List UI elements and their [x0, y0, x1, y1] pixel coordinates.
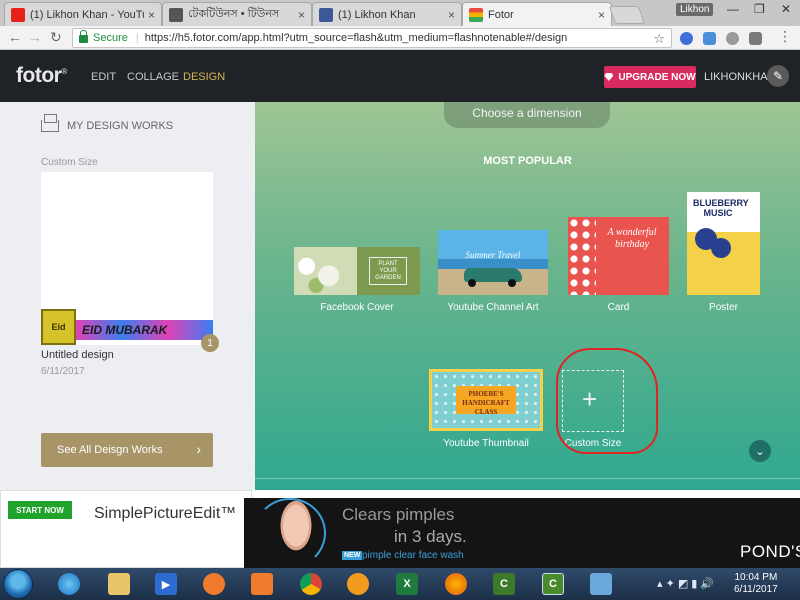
- close-tab-icon[interactable]: ×: [448, 8, 455, 22]
- username[interactable]: LIKHONKHA: [704, 71, 768, 83]
- tab-facebook[interactable]: (1) Likhon Khan ×: [312, 2, 462, 26]
- bookmark-star-icon[interactable]: ☆: [653, 31, 665, 47]
- section-title: MOST POPULAR: [483, 155, 572, 167]
- windows-taskbar: ▶ X C C ▴ ✦ ◩ ▮ 🔊 10:04 PM 6/11/2017: [0, 568, 800, 600]
- diamond-icon: [604, 73, 614, 81]
- ad-subline: pimple clear face wash: [362, 550, 464, 561]
- extension-icon[interactable]: [680, 32, 693, 45]
- chrome-icon[interactable]: [300, 573, 322, 595]
- choose-dimension-button[interactable]: Choose a dimension: [444, 102, 610, 128]
- file-explorer-icon[interactable]: [108, 573, 130, 595]
- profile-badge[interactable]: Likhon: [676, 3, 714, 16]
- design-thumbnail[interactable]: Eid EID MUBARAK: [41, 172, 213, 345]
- fotor-header: fotor® EDIT COLLAGE DESIGN UPGRADE NOW L…: [0, 50, 800, 102]
- facebook-cover-thumbnail: PLANT YOUR GARDEN: [294, 247, 420, 295]
- youtube-thumbnail-thumbnail: PHOEBE'S HANDICRAFT CLASS: [429, 369, 543, 431]
- ad-new-badge: NEW: [342, 551, 363, 560]
- close-tab-icon[interactable]: ×: [148, 8, 155, 22]
- upgrade-button[interactable]: UPGRADE NOW: [604, 66, 696, 88]
- nav-edit[interactable]: EDIT: [91, 71, 116, 83]
- tray-icon: [41, 114, 59, 132]
- ad-model-image: [272, 500, 320, 564]
- firefox-icon[interactable]: [445, 573, 467, 595]
- url-text: https://h5.fotor.com/app.html?utm_source…: [144, 32, 568, 44]
- uc-browser-icon[interactable]: [347, 573, 369, 595]
- start-button-icon[interactable]: [3, 569, 33, 599]
- start-now-button[interactable]: START NOW: [8, 501, 72, 519]
- system-tray-icons[interactable]: ▴ ✦ ◩ ▮ 🔊: [657, 577, 714, 590]
- channel-art-thumbnail: Summer Travel: [438, 230, 548, 295]
- tab-techtunes[interactable]: টেকটিউনস • টিউনস ×: [162, 2, 312, 26]
- nav-collage[interactable]: COLLAGE: [127, 71, 179, 83]
- nav-design[interactable]: DESIGN: [183, 71, 225, 83]
- template-facebook-cover[interactable]: PLANT YOUR GARDEN Facebook Cover: [294, 247, 420, 313]
- design-name[interactable]: Untitled design: [41, 349, 114, 361]
- menu-icon[interactable]: ⋮: [778, 28, 792, 45]
- youtube-icon: [11, 7, 25, 22]
- poster-thumbnail: BLUEBERRY MUSIC: [687, 192, 760, 295]
- design-count-badge: 1: [201, 334, 219, 352]
- back-icon[interactable]: ←: [8, 29, 22, 45]
- template-youtube-thumbnail[interactable]: PHOEBE'S HANDICRAFT CLASS Youtube Thumbn…: [429, 369, 543, 449]
- ad-ponds[interactable]: Clears pimples in 3 days. NEW pimple cle…: [244, 498, 800, 568]
- fotor-logo[interactable]: fotor®: [16, 64, 67, 88]
- media-player-icon[interactable]: ▶: [155, 573, 177, 595]
- custom-size-label: Custom Size: [41, 157, 98, 168]
- divider: [255, 478, 800, 479]
- template-youtube-channel-art[interactable]: Summer Travel Youtube Channel Art: [438, 230, 548, 313]
- new-tab-button[interactable]: [608, 6, 646, 24]
- eid-banner-image: EID MUBARAK: [76, 320, 213, 340]
- close-tab-icon[interactable]: ×: [298, 8, 305, 22]
- sidebar: MY DESIGN WORKS Custom Size Eid EID MUBA…: [0, 102, 255, 490]
- close-tab-icon[interactable]: ×: [598, 8, 605, 22]
- camtasia-recorder-icon[interactable]: C: [542, 573, 564, 595]
- eid-logo-image: Eid: [41, 309, 76, 345]
- ad-product-name: SimplePictureEdit™: [94, 505, 237, 522]
- extension-icon[interactable]: [703, 32, 716, 45]
- template-card[interactable]: A wonderful birthday Card: [568, 217, 669, 313]
- design-date: 6/11/2017: [41, 366, 85, 377]
- facebook-icon: [319, 7, 333, 22]
- ad-headline-2: in 3 days.: [394, 527, 467, 546]
- internet-explorer-icon[interactable]: [58, 573, 80, 595]
- extension-icon[interactable]: [749, 32, 762, 45]
- template-poster[interactable]: BLUEBERRY MUSIC Poster: [687, 192, 760, 313]
- lock-icon: [79, 30, 88, 43]
- separator: |: [135, 32, 139, 44]
- maximize-icon[interactable]: ❐: [754, 2, 765, 16]
- browser-tab-strip: (1) Likhon Khan - YouTube × টেকটিউনস • ট…: [0, 0, 800, 26]
- camera-app-icon[interactable]: [251, 573, 273, 595]
- system-clock[interactable]: 10:04 PM 6/11/2017: [734, 572, 778, 596]
- advertisement-banner: START NOW SimplePictureEdit™ Clears pimp…: [0, 490, 800, 568]
- app-icon[interactable]: [203, 573, 225, 595]
- techtunes-icon: [169, 7, 183, 22]
- design-templates-panel: Choose a dimension MOST POPULAR PLANT YO…: [255, 102, 800, 490]
- ad-brand-logo: POND'S: [740, 542, 800, 561]
- see-all-works-button[interactable]: See All Deisgn Works ›: [41, 433, 213, 467]
- tab-fotor[interactable]: Fotor ×: [462, 2, 612, 26]
- chevron-right-icon: ›: [196, 441, 201, 457]
- close-window-icon[interactable]: ✕: [781, 2, 791, 16]
- ad-simplepictureedit[interactable]: START NOW SimplePictureEdit™: [0, 490, 252, 568]
- browser-toolbar: ← → ↻ Secure | https://h5.fotor.com/app.…: [0, 26, 800, 50]
- highlight-annotation: [556, 348, 658, 454]
- forward-icon[interactable]: →: [28, 29, 42, 45]
- minimize-icon[interactable]: —: [727, 2, 739, 16]
- fotor-icon: [469, 7, 483, 22]
- secure-label: Secure: [93, 32, 128, 44]
- user-avatar-icon[interactable]: ✎: [767, 65, 789, 87]
- excel-icon[interactable]: X: [396, 573, 418, 595]
- my-design-works-header: MY DESIGN WORKS: [41, 114, 173, 132]
- card-thumbnail: A wonderful birthday: [568, 217, 669, 295]
- tab-youtube[interactable]: (1) Likhon Khan - YouTube ×: [4, 2, 162, 26]
- ad-headline: Clears pimples: [342, 505, 455, 524]
- chevron-down-icon[interactable]: ⌄: [749, 440, 771, 462]
- notes-icon[interactable]: [590, 573, 612, 595]
- reload-icon[interactable]: ↻: [50, 29, 62, 46]
- extension-icon[interactable]: [726, 32, 739, 45]
- camtasia-icon[interactable]: C: [493, 573, 515, 595]
- address-bar[interactable]: Secure | https://h5.fotor.com/app.html?u…: [72, 28, 672, 48]
